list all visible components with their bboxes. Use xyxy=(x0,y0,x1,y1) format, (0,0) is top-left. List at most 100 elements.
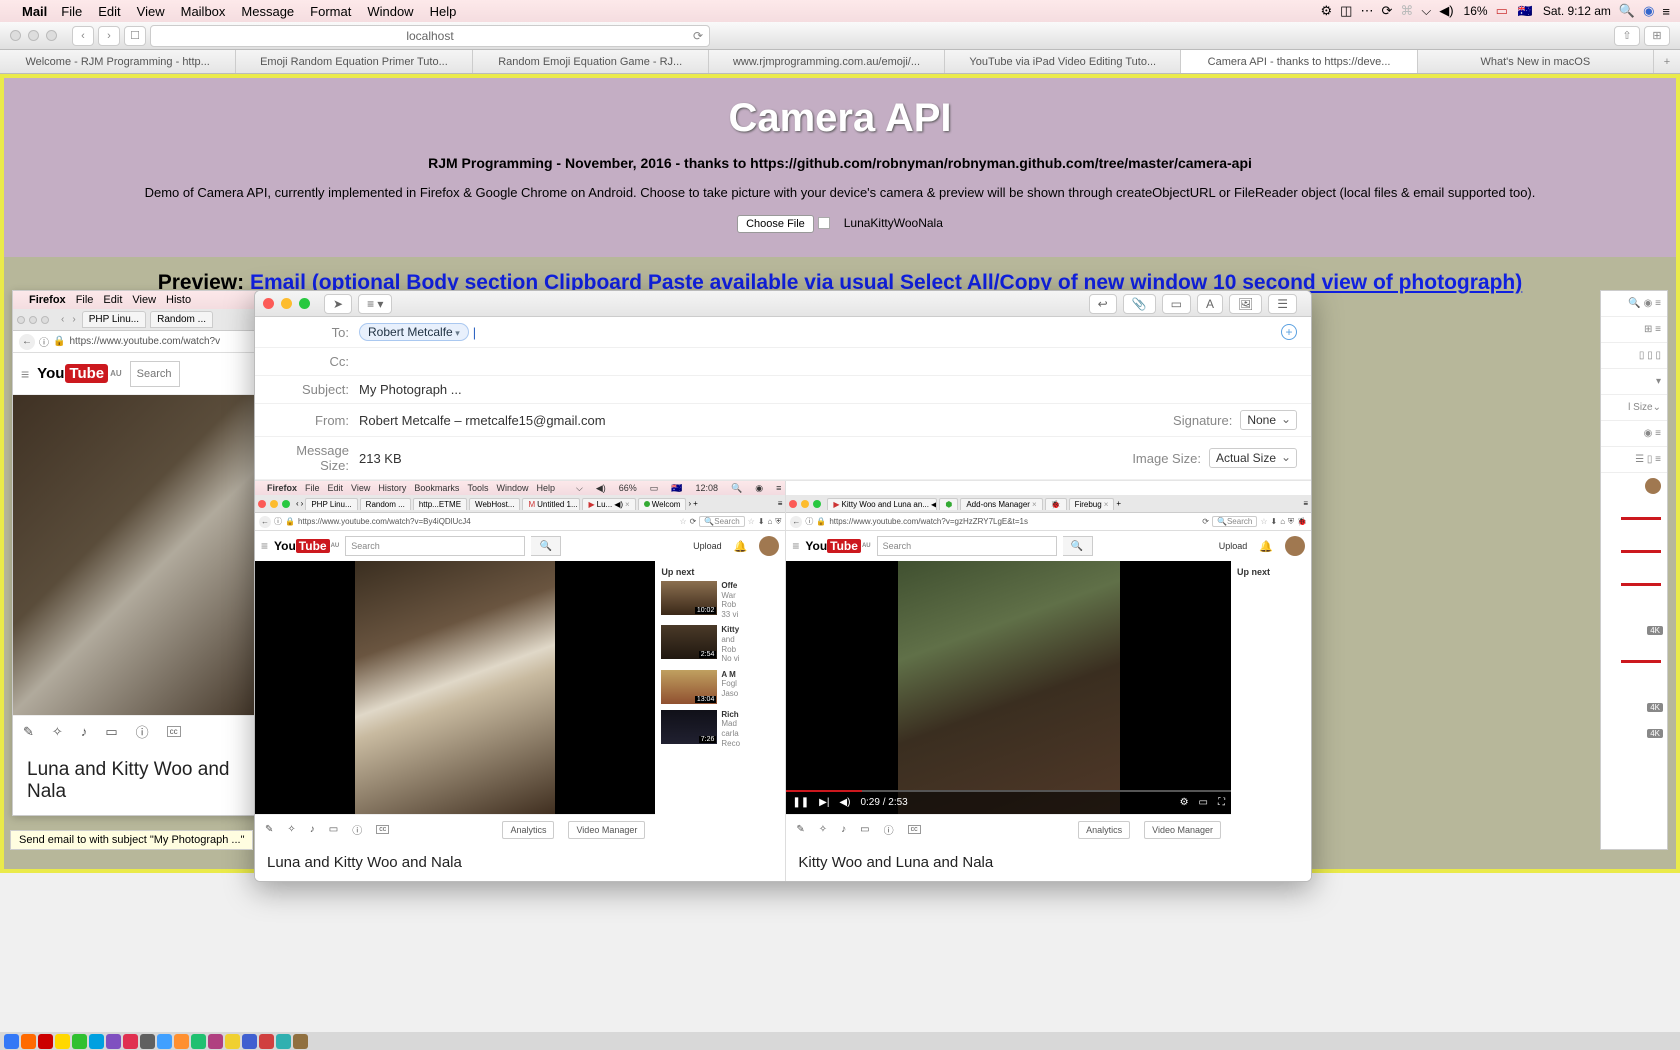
dock-app-icon[interactable] xyxy=(123,1034,138,1049)
close-button[interactable] xyxy=(10,30,21,41)
photo-browser-button[interactable]: 🖼 xyxy=(1229,294,1262,314)
menu-file[interactable]: File xyxy=(61,4,82,19)
menu-help[interactable]: Help xyxy=(430,4,457,19)
wand-icon[interactable]: ✧ xyxy=(52,724,63,740)
flag-icon[interactable]: 🇦🇺 xyxy=(1518,4,1533,18)
add-recipient-button[interactable]: + xyxy=(1281,324,1297,340)
status-icon[interactable]: ◫ xyxy=(1340,3,1352,19)
firefox-tab[interactable]: Random ... xyxy=(150,311,213,328)
firefox-url-bar[interactable]: ← ⓘ 🔒 https://www.youtube.com/watch?v xyxy=(13,331,271,353)
tabs-button[interactable]: ⊞ xyxy=(1644,26,1670,46)
choose-file-button[interactable]: Choose File xyxy=(737,215,814,233)
menu-format[interactable]: Format xyxy=(310,4,351,19)
dock-app-icon[interactable] xyxy=(106,1034,121,1049)
status-icon[interactable]: ⚙ xyxy=(1321,3,1333,19)
close-button[interactable] xyxy=(17,316,25,324)
browser-tab[interactable]: Welcome - RJM Programming - http... xyxy=(0,50,236,73)
dock-app-icon[interactable] xyxy=(38,1034,53,1049)
close-button[interactable] xyxy=(263,298,274,309)
new-tab-button[interactable]: + xyxy=(1654,50,1680,73)
menu-item[interactable]: Edit xyxy=(103,294,122,306)
format-button[interactable]: ▭ xyxy=(1162,294,1191,314)
forward-button[interactable]: › xyxy=(98,26,120,46)
browser-tab[interactable]: What's New in macOS xyxy=(1418,50,1654,73)
back-button[interactable]: ← xyxy=(19,334,35,350)
dock-app-icon[interactable] xyxy=(4,1034,19,1049)
spotlight-icon[interactable]: 🔍 xyxy=(1619,3,1635,19)
minimize-button[interactable] xyxy=(28,30,39,41)
sidebar-button[interactable]: ☐ xyxy=(124,26,146,46)
wifi-icon[interactable]: ⌵ xyxy=(1421,3,1431,19)
firefox-tab[interactable]: PHP Linu... xyxy=(82,311,146,328)
reply-button[interactable]: ↩ xyxy=(1089,294,1117,314)
browser-tab[interactable]: www.rjmprogramming.com.au/emoji/... xyxy=(709,50,945,73)
notification-center-icon[interactable]: ≡ xyxy=(1662,4,1670,19)
hamburger-icon[interactable]: ≡ xyxy=(21,366,29,382)
address-bar[interactable]: localhost ⟳ xyxy=(150,25,710,47)
attach-button[interactable]: 📎 xyxy=(1123,294,1156,314)
image-size-select[interactable]: Actual Size xyxy=(1209,448,1297,468)
font-button[interactable]: A xyxy=(1197,294,1223,314)
header-fields-button[interactable]: ≡ ▾ xyxy=(358,294,392,314)
battery-icon[interactable]: ▭ xyxy=(1496,3,1508,19)
youtube-player[interactable] xyxy=(13,395,271,715)
youtube-logo[interactable]: YouTubeAU xyxy=(37,364,122,383)
status-icon[interactable]: ⟳ xyxy=(1381,3,1392,19)
browser-tab[interactable]: Random Emoji Equation Game - RJ... xyxy=(473,50,709,73)
info-icon[interactable]: ⓘ xyxy=(136,722,149,741)
dock-app-icon[interactable] xyxy=(55,1034,70,1049)
reload-icon[interactable]: ⟳ xyxy=(693,29,703,43)
dock-app-icon[interactable] xyxy=(191,1034,206,1049)
siri-icon[interactable]: ◉ xyxy=(1643,3,1654,19)
music-icon[interactable]: ♪ xyxy=(81,724,88,739)
subject-value[interactable]: My Photograph ... xyxy=(359,382,462,397)
menu-item[interactable]: Histo xyxy=(166,294,191,306)
browser-tab-active[interactable]: Camera API - thanks to https://deve... xyxy=(1181,50,1417,73)
maximize-button[interactable] xyxy=(41,316,49,324)
menu-item[interactable]: View xyxy=(132,294,156,306)
list-button[interactable]: ☰ xyxy=(1268,294,1297,314)
dock-app-icon[interactable] xyxy=(293,1034,308,1049)
dock-app-icon[interactable] xyxy=(89,1034,104,1049)
dock-app-icon[interactable] xyxy=(259,1034,274,1049)
mail-body[interactable]: Firefox File Edit View History Bookmarks… xyxy=(255,481,1311,881)
minimize-button[interactable] xyxy=(281,298,292,309)
dock-app-icon[interactable] xyxy=(225,1034,240,1049)
dock-app-icon[interactable] xyxy=(174,1034,189,1049)
card-icon[interactable]: ▭ xyxy=(105,724,117,740)
share-button[interactable]: ⇧ xyxy=(1614,26,1640,46)
browser-tab[interactable]: Emoji Random Equation Primer Tuto... xyxy=(236,50,472,73)
menu-item[interactable]: File xyxy=(76,294,94,306)
bluetooth-icon[interactable]: ⌘ xyxy=(1400,3,1413,19)
active-app-name[interactable]: Mail xyxy=(22,4,47,19)
back-icon[interactable]: ‹ xyxy=(61,314,64,325)
dock-app-icon[interactable] xyxy=(242,1034,257,1049)
menu-edit[interactable]: Edit xyxy=(98,4,120,19)
back-button[interactable]: ‹ xyxy=(72,26,94,46)
signature-select[interactable]: None xyxy=(1240,410,1297,430)
subject-field[interactable]: Subject: My Photograph ... xyxy=(255,376,1311,404)
youtube-search-input[interactable] xyxy=(130,361,180,387)
from-value[interactable]: Robert Metcalfe – rmetcalfe15@gmail.com xyxy=(359,413,606,428)
volume-icon[interactable]: ◀) xyxy=(1439,3,1453,19)
dock-app-icon[interactable] xyxy=(208,1034,223,1049)
dock-app-icon[interactable] xyxy=(21,1034,36,1049)
cc-field[interactable]: Cc: xyxy=(255,348,1311,376)
dock-app-icon[interactable] xyxy=(140,1034,155,1049)
menu-window[interactable]: Window xyxy=(367,4,413,19)
forward-icon[interactable]: › xyxy=(72,314,75,325)
recipient-token[interactable]: Robert Metcalfe xyxy=(359,323,469,341)
minimize-button[interactable] xyxy=(29,316,37,324)
cc-icon[interactable]: cc xyxy=(167,726,181,737)
menubar-clock[interactable]: Sat. 9:12 am xyxy=(1543,4,1611,18)
menu-mailbox[interactable]: Mailbox xyxy=(181,4,226,19)
menu-message[interactable]: Message xyxy=(241,4,294,19)
dock-app-icon[interactable] xyxy=(276,1034,291,1049)
dock[interactable] xyxy=(0,1032,1680,1050)
info-icon[interactable]: ⓘ xyxy=(39,334,49,349)
pencil-icon[interactable]: ✎ xyxy=(23,724,34,740)
dock-app-icon[interactable] xyxy=(72,1034,87,1049)
send-button[interactable]: ➤ xyxy=(324,294,352,314)
menu-view[interactable]: View xyxy=(137,4,165,19)
browser-tab[interactable]: YouTube via iPad Video Editing Tuto... xyxy=(945,50,1181,73)
